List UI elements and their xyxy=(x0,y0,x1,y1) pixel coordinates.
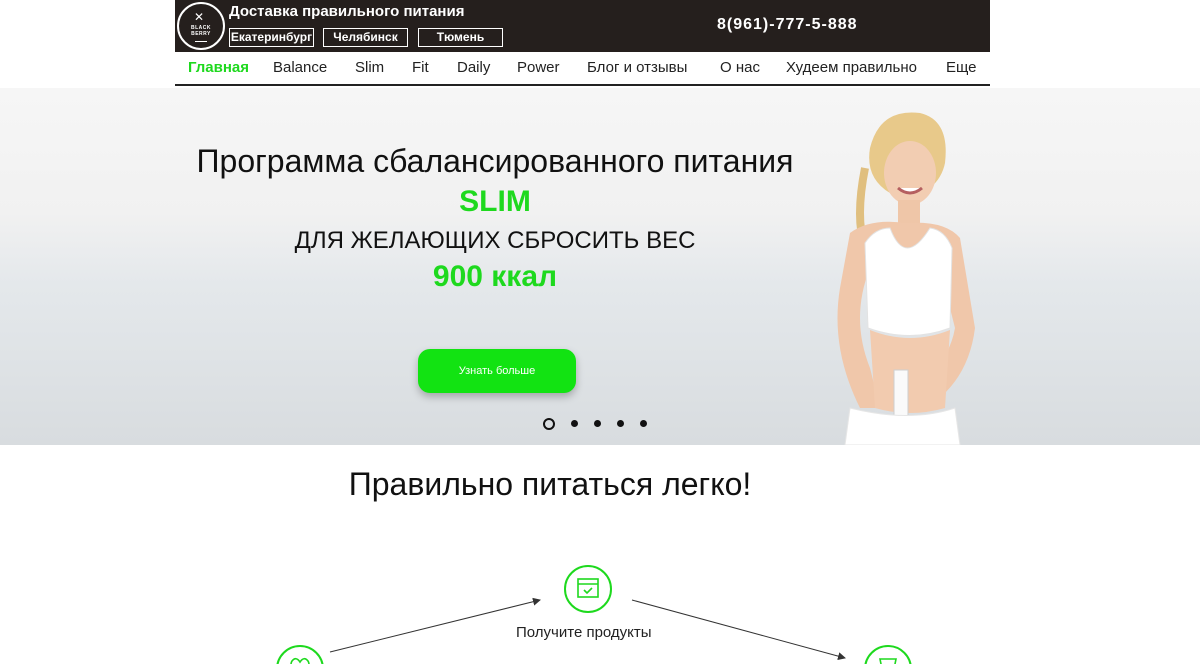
nav-item-power[interactable]: Power xyxy=(517,59,560,76)
nav-item-fit[interactable]: Fit xyxy=(412,59,429,76)
nav-item-about[interactable]: О нас xyxy=(720,59,760,76)
slider-dot[interactable] xyxy=(571,420,578,427)
city-button-tyumen[interactable]: Тюмень xyxy=(418,28,503,47)
nav-item-blog[interactable]: Блог и отзывы xyxy=(587,59,687,76)
brand-logo[interactable]: ✕ BLACK BERRY xyxy=(177,2,225,50)
nav-item-daily[interactable]: Daily xyxy=(457,59,490,76)
cutlery-icon: ✕ xyxy=(194,10,205,24)
nav-item-slim[interactable]: Slim xyxy=(355,59,384,76)
city-button-ekaterinburg[interactable]: Екатеринбург xyxy=(229,28,314,47)
learn-more-button[interactable]: Узнать больше xyxy=(418,349,576,393)
section-title: Правильно питаться легко! xyxy=(348,466,752,502)
woman-photo xyxy=(837,112,975,445)
slider-dot[interactable] xyxy=(617,420,624,427)
nav-item-lose-weight[interactable]: Худеем правильно xyxy=(786,59,917,76)
slider-dot[interactable] xyxy=(543,418,555,430)
hero-slider: Программа сбалансированного питания SLIM… xyxy=(0,88,1200,445)
slider-dot[interactable] xyxy=(640,420,647,427)
heart-icon xyxy=(276,645,324,664)
nav-item-balance[interactable]: Balance xyxy=(273,59,327,76)
cup-icon xyxy=(864,645,912,664)
nav-item-home[interactable]: Главная xyxy=(188,59,249,76)
main-nav: Главная Balance Slim Fit Daily Power Бло… xyxy=(175,52,990,86)
nav-item-more[interactable]: Еще xyxy=(946,59,977,76)
city-button-chelyabinsk[interactable]: Челябинск xyxy=(323,28,408,47)
slider-dot[interactable] xyxy=(594,420,601,427)
step-label-get-products: Получите продукты xyxy=(516,624,652,641)
site-title: Доставка правильного питания xyxy=(229,3,465,20)
box-icon xyxy=(564,565,612,613)
phone-number[interactable]: 8(961)-777-5-888 xyxy=(717,16,858,34)
